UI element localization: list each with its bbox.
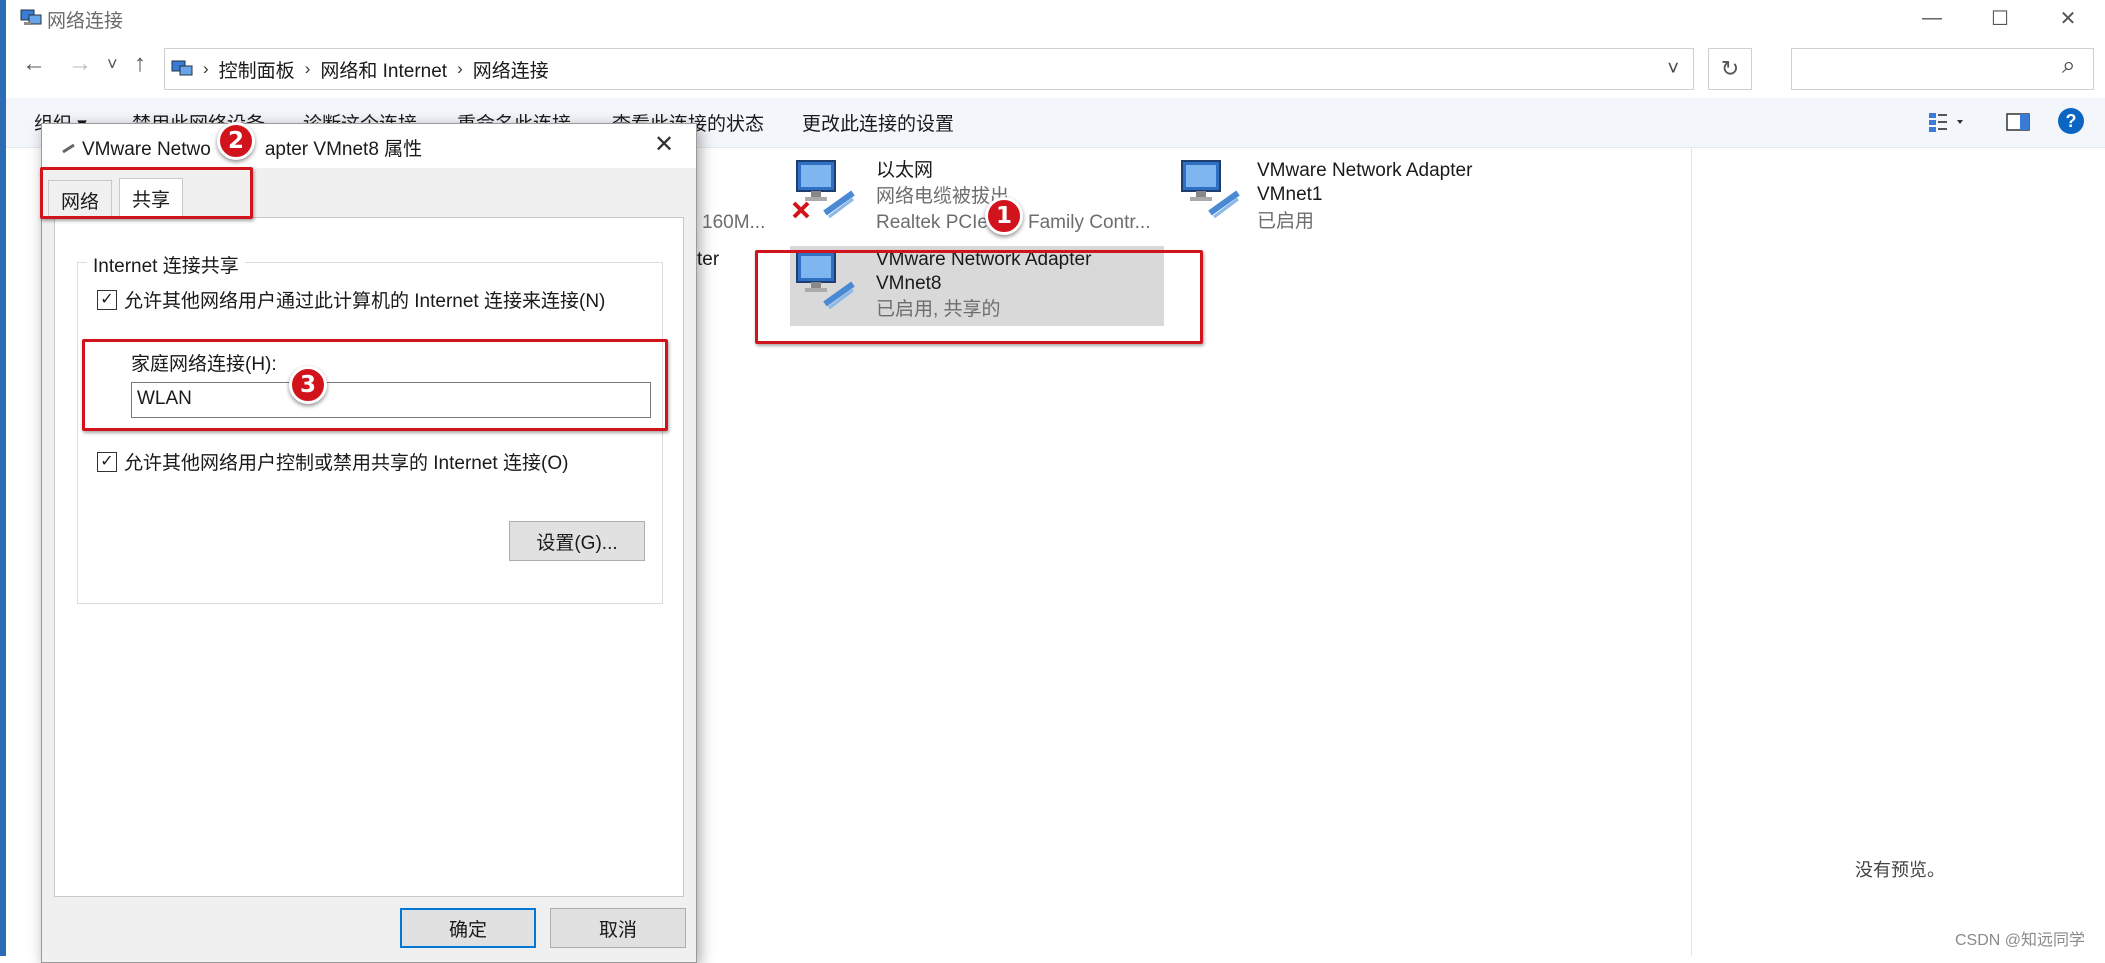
- sharing-tab-panel: Internet 连接共享 ✓ 允许其他网络用户通过此计算机的 Internet…: [54, 217, 684, 897]
- ethernet-device-tail: Family Contr...: [1028, 212, 1151, 233]
- ethernet-disconnected-icon[interactable]: [791, 157, 859, 225]
- vmnet1-name-line1[interactable]: VMware Network Adapter: [1257, 159, 1472, 183]
- watermark: CSDN @知远同学: [1955, 932, 2086, 949]
- ethernet-name[interactable]: 以太网: [876, 159, 933, 183]
- breadcrumb-network-internet[interactable]: 网络和 Internet: [320, 56, 447, 83]
- window-titlebar: [6, 0, 2105, 36]
- annotation-badge-2: 2: [217, 122, 255, 160]
- ethernet-device: Realtek PCIe: [876, 212, 988, 233]
- chevron-down-icon[interactable]: ˅: [1667, 58, 1679, 81]
- address-bar[interactable]: › 控制面板 › 网络和 Internet › 网络连接 ˅: [164, 48, 1694, 90]
- search-input[interactable]: [1791, 48, 2094, 90]
- close-button[interactable]: ✕: [2034, 0, 2102, 36]
- cancel-button[interactable]: 取消: [550, 908, 686, 948]
- recent-locations-button[interactable]: ˅: [107, 54, 118, 75]
- back-button[interactable]: ←: [22, 50, 46, 78]
- preview-pane-icon[interactable]: [2005, 110, 2031, 134]
- network-connections-icon: [20, 9, 42, 25]
- network-connections-icon: [171, 60, 193, 76]
- maximize-button[interactable]: ☐: [1966, 0, 2034, 36]
- help-icon[interactable]: ?: [2058, 108, 2084, 134]
- vmnet1-status: 已启用: [1257, 211, 1315, 232]
- vmnet1-name-line2[interactable]: VMnet1: [1257, 183, 1322, 207]
- allow-control-row[interactable]: ✓ 允许其他网络用户控制或禁用共享的 Internet 连接(O): [97, 448, 568, 475]
- search-icon[interactable]: ⌕: [2062, 52, 2075, 80]
- dialog-title-part2: apter VMnet8 属性: [264, 139, 423, 160]
- up-button[interactable]: ↑: [134, 50, 146, 78]
- minimize-button[interactable]: —: [1898, 0, 1966, 36]
- partial-connection-name: ter: [697, 249, 720, 270]
- settings-button[interactable]: 设置(G)...: [509, 521, 645, 561]
- preview-pane-divider: [1691, 148, 1692, 956]
- annotation-box-3: [82, 339, 668, 431]
- change-settings-command[interactable]: 更改此连接的设置: [802, 109, 954, 136]
- forward-button[interactable]: →: [68, 50, 92, 78]
- allow-sharing-checkbox[interactable]: ✓: [97, 289, 117, 310]
- allow-sharing-label: 允许其他网络用户通过此计算机的 Internet 连接来连接(N): [124, 291, 606, 312]
- annotation-badge-1: 1: [985, 197, 1023, 235]
- window-title: 网络连接: [47, 11, 124, 32]
- ics-group-title: Internet 连接共享: [87, 251, 245, 278]
- vmnet1-adapter-icon[interactable]: [1176, 157, 1244, 225]
- annotation-box-2: [40, 167, 253, 219]
- ok-button[interactable]: 确定: [400, 908, 536, 948]
- allow-control-checkbox[interactable]: ✓: [97, 451, 117, 472]
- chevron-right-icon: ›: [457, 59, 463, 78]
- breadcrumb-control-panel[interactable]: 控制面板: [219, 56, 295, 83]
- dialog-close-button[interactable]: ✕: [654, 130, 674, 159]
- chevron-right-icon: ›: [304, 59, 311, 78]
- properties-dialog: VMware Netwo apter VMnet8 属性 ✕ 网络 共享 Inte…: [41, 123, 697, 963]
- allow-control-label: 允许其他网络用户控制或禁用共享的 Internet 连接(O): [124, 453, 569, 474]
- no-preview-text: 没有预览。: [1855, 860, 1945, 880]
- partial-connection-speed: 160M...: [702, 212, 766, 233]
- annotation-badge-3: 3: [289, 366, 327, 404]
- view-options-icon[interactable]: [1927, 110, 1967, 134]
- dialog-title-part1: VMware Netwo: [82, 139, 211, 160]
- chevron-right-icon: ›: [203, 59, 209, 78]
- allow-sharing-row[interactable]: ✓ 允许其他网络用户通过此计算机的 Internet 连接来连接(N): [97, 286, 605, 313]
- breadcrumb-network-connections[interactable]: 网络连接: [473, 56, 549, 83]
- annotation-box-1: [755, 250, 1203, 344]
- refresh-button[interactable]: ↻: [1708, 48, 1752, 90]
- adapter-icon: [62, 143, 75, 154]
